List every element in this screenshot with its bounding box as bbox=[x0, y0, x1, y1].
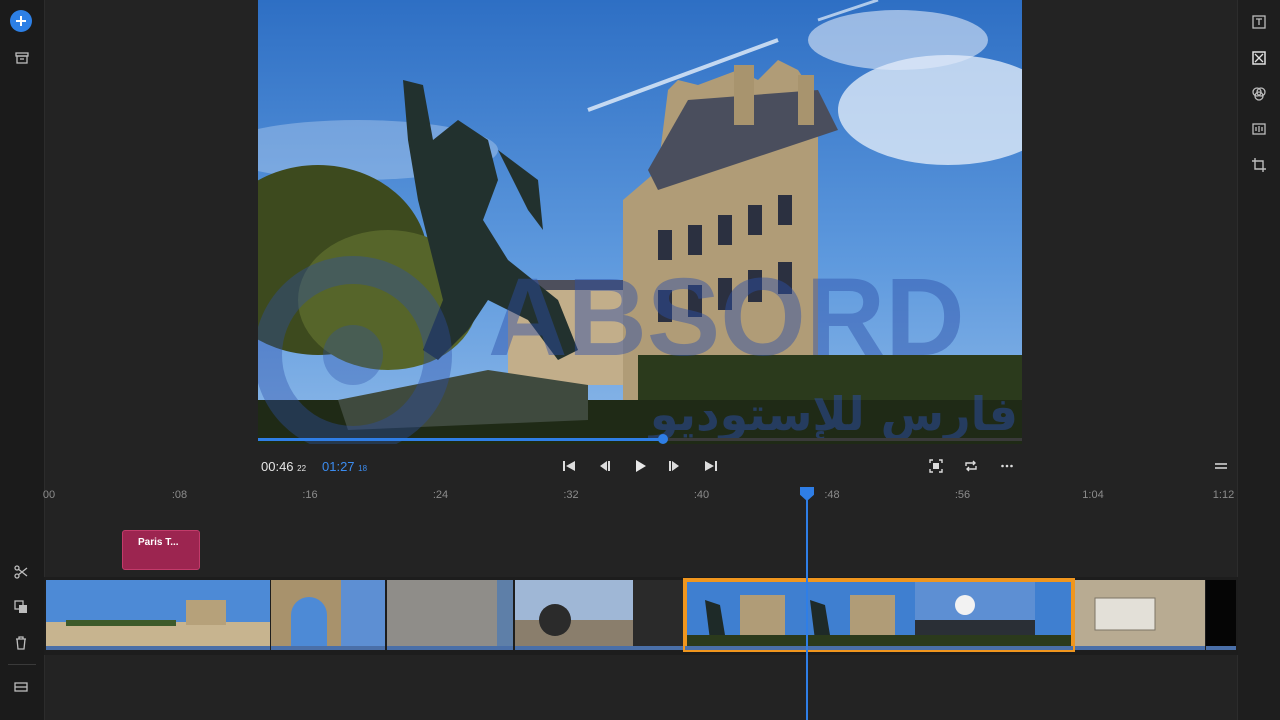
step-forward-button[interactable] bbox=[664, 456, 686, 476]
timeline-menu-button[interactable] bbox=[1210, 456, 1232, 476]
ruler-tick-label: 00 bbox=[42, 489, 56, 501]
play-button[interactable] bbox=[629, 456, 651, 476]
skip-to-start-icon bbox=[563, 461, 575, 471]
loop-icon bbox=[965, 460, 977, 472]
ruler-tick-label: :16 bbox=[302, 489, 318, 501]
title-panel-icon[interactable] bbox=[1247, 10, 1271, 34]
clip-audio-strip bbox=[387, 646, 513, 650]
scrubber-progress bbox=[258, 438, 663, 441]
clip-thumbnail bbox=[1075, 580, 1205, 650]
clip-audio-strip bbox=[46, 646, 270, 650]
clip-thumbnail bbox=[46, 580, 270, 650]
track-icon[interactable] bbox=[11, 677, 31, 697]
ruler-tick-label: :56 bbox=[954, 489, 971, 501]
rail-divider bbox=[8, 664, 36, 665]
clip-thumbnail bbox=[685, 580, 1073, 650]
preview-scrubber[interactable] bbox=[258, 434, 1022, 444]
menu-icon bbox=[1215, 463, 1227, 469]
title-clip-label: Paris T... bbox=[138, 537, 179, 548]
ruler-tick-label: :48 bbox=[824, 489, 840, 501]
current-time: 00:46 22 bbox=[261, 459, 306, 474]
watermark-latin-text: ABSORD bbox=[488, 256, 965, 379]
scissors-icon[interactable] bbox=[11, 562, 31, 582]
timeline-ruler[interactable]: 00 :08 :16 :24 :32 :40 :48 :56 1:04 1:12 bbox=[42, 484, 1238, 506]
clip-audio-strip bbox=[515, 646, 683, 650]
ruler-tick-label: 1:12 bbox=[1212, 489, 1235, 501]
plus-icon bbox=[16, 16, 26, 26]
ruler-tick-label: :40 bbox=[693, 489, 710, 501]
step-back-icon bbox=[600, 461, 610, 471]
playhead-line[interactable] bbox=[806, 495, 808, 720]
video-preview[interactable]: ABSORD فارس للإستوديو bbox=[258, 0, 1022, 444]
ruler-tick-label: 1:04 bbox=[1082, 489, 1104, 501]
more-icon bbox=[1001, 464, 1013, 468]
skip-to-end-button[interactable] bbox=[700, 456, 722, 476]
archive-icon[interactable] bbox=[10, 46, 34, 70]
scrubber-handle[interactable] bbox=[657, 434, 668, 444]
clip-thumbnail bbox=[1206, 580, 1236, 650]
ruler-tick-label: :08 bbox=[171, 489, 188, 501]
video-clip[interactable] bbox=[271, 580, 385, 650]
transitions-icon[interactable] bbox=[1247, 46, 1271, 70]
step-forward-icon bbox=[669, 461, 679, 471]
right-toolbar bbox=[1237, 0, 1280, 720]
step-back-button[interactable] bbox=[593, 456, 615, 476]
crop-icon[interactable] bbox=[1247, 153, 1271, 177]
add-media-button[interactable] bbox=[10, 10, 32, 32]
ruler-tick-label: :24 bbox=[432, 489, 449, 501]
total-time-main: 01:27 bbox=[322, 459, 355, 474]
clip-thumbnail bbox=[387, 580, 513, 650]
video-clip[interactable] bbox=[1075, 580, 1205, 650]
total-duration: 01:27 18 bbox=[322, 459, 367, 474]
fit-screen-button[interactable] bbox=[925, 456, 947, 476]
clip-audio-strip bbox=[271, 646, 385, 650]
clip-audio-strip bbox=[685, 646, 1073, 650]
video-clip[interactable] bbox=[387, 580, 513, 650]
current-time-frames: 22 bbox=[297, 464, 307, 473]
fit-screen-icon bbox=[929, 459, 943, 473]
preview-frame: ABSORD فارس للإستوديو bbox=[258, 0, 1022, 444]
trash-icon[interactable] bbox=[11, 633, 31, 653]
clip-audio-strip bbox=[1075, 646, 1205, 650]
ruler-tick-label: :32 bbox=[563, 489, 579, 501]
clip-thumbnail bbox=[271, 580, 385, 650]
audio-icon[interactable] bbox=[1247, 117, 1271, 141]
video-clip[interactable] bbox=[46, 580, 270, 650]
title-clip[interactable]: Paris T... bbox=[122, 530, 200, 570]
watermark-arabic-text: فارس للإستوديو bbox=[648, 387, 1018, 441]
selected-video-clip[interactable] bbox=[683, 578, 1075, 652]
current-time-main: 00:46 bbox=[261, 459, 294, 474]
video-clip[interactable] bbox=[515, 580, 683, 650]
total-time-frames: 18 bbox=[358, 464, 368, 473]
left-toolbar bbox=[0, 0, 45, 720]
video-clip[interactable] bbox=[1206, 580, 1236, 650]
duplicate-icon[interactable] bbox=[11, 597, 31, 617]
skip-to-start-button[interactable] bbox=[558, 456, 580, 476]
more-button[interactable] bbox=[996, 456, 1018, 476]
clip-thumbnail bbox=[515, 580, 683, 650]
color-icon[interactable] bbox=[1247, 82, 1271, 106]
clip-audio-strip bbox=[1206, 646, 1236, 650]
loop-button[interactable] bbox=[960, 456, 982, 476]
skip-to-end-icon bbox=[705, 461, 717, 471]
play-icon bbox=[636, 460, 646, 472]
